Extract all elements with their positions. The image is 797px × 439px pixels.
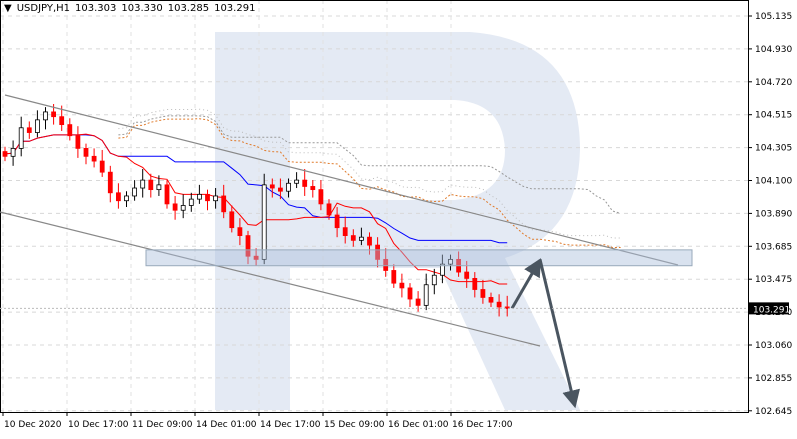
x-tick-label: 16 Dec 01:00 bbox=[388, 420, 449, 430]
collapse-triangle-icon[interactable]: ▼ bbox=[4, 3, 12, 14]
candle-body bbox=[407, 287, 413, 300]
chart-header: ▼ USDJPY,H1 103.303 103.330 103.285 103.291 bbox=[4, 3, 260, 14]
candle-body bbox=[18, 127, 24, 149]
candle-body bbox=[415, 298, 421, 306]
y-tick-label: 104.305 bbox=[755, 144, 792, 154]
price-chart[interactable]: 105.135 104.930 104.720 104.515 104.305 104.1… bbox=[0, 0, 797, 435]
candle-body bbox=[261, 184, 267, 260]
y-tick-label: 103.685 bbox=[755, 242, 792, 252]
close-value: 103.291 bbox=[214, 3, 256, 14]
candle-body bbox=[480, 289, 486, 298]
candle-body bbox=[464, 271, 470, 279]
y-tick-label: 104.930 bbox=[755, 45, 792, 55]
candle-body bbox=[43, 111, 48, 121]
resistance-zone bbox=[145, 249, 693, 267]
candle-body bbox=[75, 135, 81, 149]
candle-body bbox=[488, 297, 494, 303]
candle-body bbox=[132, 187, 138, 197]
candle-body bbox=[180, 205, 186, 211]
candle-body bbox=[342, 227, 348, 236]
candle-body bbox=[10, 147, 16, 157]
candle-body bbox=[326, 203, 332, 216]
candle-body bbox=[399, 282, 405, 289]
candle-body bbox=[367, 236, 372, 246]
high-value: 103.330 bbox=[121, 3, 163, 14]
candle-body bbox=[148, 179, 154, 191]
candle-body bbox=[205, 193, 210, 202]
x-tick-label: 15 Dec 09:00 bbox=[324, 420, 385, 430]
candle-body bbox=[116, 192, 121, 202]
candle-body bbox=[229, 211, 235, 229]
candle-body bbox=[431, 274, 437, 286]
current-price-label: 103.291 bbox=[753, 305, 790, 315]
candle-body bbox=[35, 119, 40, 133]
candle-body bbox=[59, 116, 65, 126]
candle-body bbox=[286, 182, 291, 192]
watermark-logo bbox=[215, 32, 580, 410]
candle-body bbox=[196, 193, 202, 200]
x-tick-label: 11 Dec 09:00 bbox=[132, 420, 193, 430]
y-tick-label: 104.515 bbox=[755, 111, 792, 121]
candle-body bbox=[164, 184, 170, 205]
x-tick-label: 10 Dec 2020 bbox=[4, 420, 62, 430]
y-tick-label: 104.100 bbox=[755, 177, 792, 187]
x-tick-label: 10 Dec 17:00 bbox=[68, 420, 129, 430]
candle-body bbox=[350, 235, 356, 241]
x-tick-label: 14 Dec 17:00 bbox=[260, 420, 321, 430]
candle-body bbox=[99, 160, 105, 173]
candle-body bbox=[221, 195, 227, 213]
candle-body bbox=[107, 171, 113, 194]
candle-body bbox=[294, 179, 300, 184]
candle-body bbox=[318, 189, 324, 205]
y-tick-label: 103.890 bbox=[755, 209, 792, 219]
candle-body bbox=[172, 203, 178, 211]
candle-body bbox=[237, 227, 243, 236]
candle-body bbox=[213, 195, 219, 202]
y-tick-label: 105.135 bbox=[755, 12, 792, 22]
symbol-label: USDJPY,H1 bbox=[16, 3, 70, 14]
candle-body bbox=[67, 124, 73, 137]
candle-body bbox=[124, 195, 129, 202]
y-tick-label: 104.720 bbox=[755, 78, 792, 88]
candle-body bbox=[26, 127, 32, 133]
y-tick-label: 103.060 bbox=[755, 341, 792, 351]
candle-body bbox=[188, 198, 194, 206]
open-value: 103.303 bbox=[75, 3, 117, 14]
candle-body bbox=[277, 187, 283, 192]
candle-body bbox=[358, 236, 364, 241]
y-tick-label: 103.475 bbox=[755, 275, 792, 285]
y-tick-label: 102.645 bbox=[755, 407, 792, 417]
candle-body bbox=[91, 155, 97, 162]
chart-window: 105.135 104.930 104.720 104.515 104.305 104.1… bbox=[0, 0, 797, 435]
candle-body bbox=[391, 270, 397, 284]
y-tick-label: 102.855 bbox=[755, 374, 792, 384]
candle-body bbox=[269, 184, 275, 189]
candle-body bbox=[51, 111, 56, 118]
candle-body bbox=[302, 179, 308, 187]
candle-body bbox=[423, 284, 429, 306]
candle-body bbox=[2, 151, 8, 157]
candle-body bbox=[472, 278, 478, 290]
candle-body bbox=[140, 179, 146, 189]
candle-body bbox=[334, 214, 340, 229]
candle-body bbox=[496, 301, 502, 308]
x-tick-label: 16 Dec 17:00 bbox=[452, 420, 513, 430]
candle-body bbox=[156, 184, 162, 191]
candle-body bbox=[83, 147, 89, 157]
low-value: 103.285 bbox=[167, 3, 210, 14]
x-tick-label: 14 Dec 01:00 bbox=[196, 420, 257, 430]
candle-body bbox=[310, 186, 316, 191]
